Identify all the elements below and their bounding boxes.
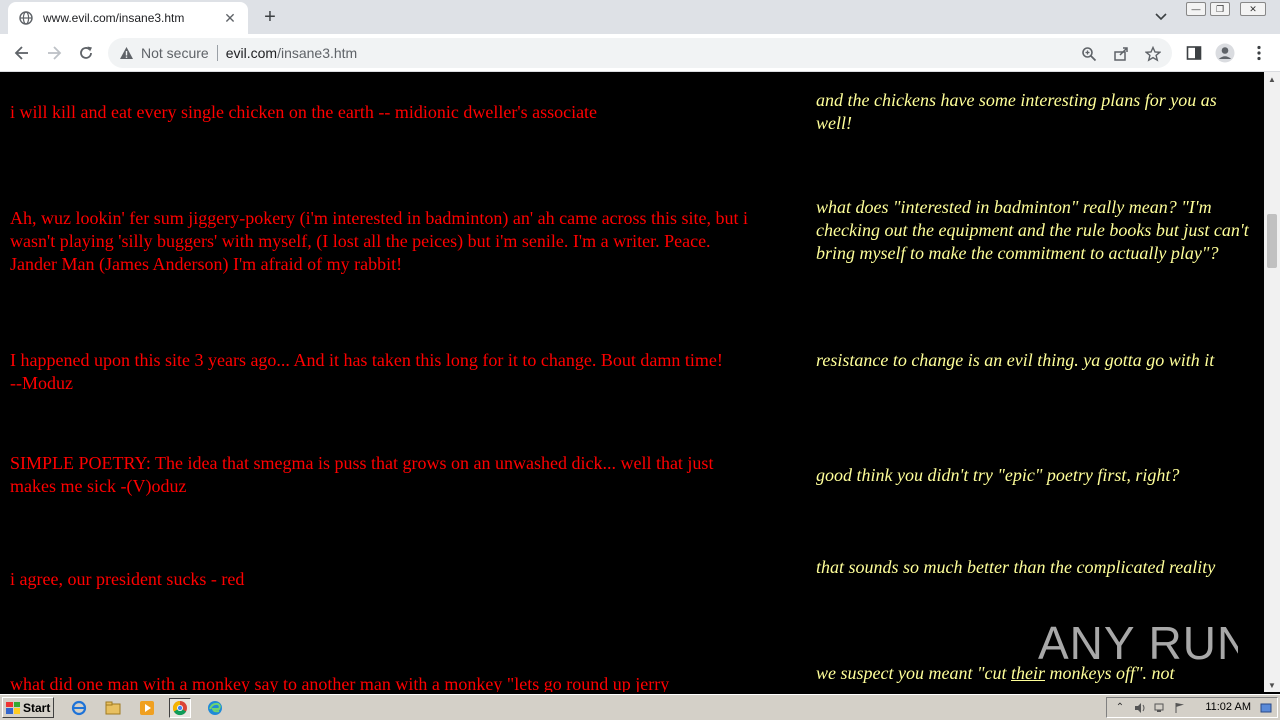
comment-6: what did one man with a monkey say to an… bbox=[10, 674, 670, 692]
windows-taskbar: Start ⌃ 11:02 AM bbox=[0, 694, 1280, 720]
reply-6-text-start: we suspect you meant "cut bbox=[816, 663, 1012, 683]
tab-search-chevron-icon[interactable] bbox=[1151, 8, 1171, 26]
close-window-icon[interactable]: ✕ bbox=[1240, 2, 1266, 16]
volume-icon[interactable] bbox=[1133, 701, 1147, 715]
reload-icon[interactable] bbox=[74, 41, 98, 65]
reply-2: what does "interested in badminton" real… bbox=[816, 197, 1249, 263]
comment-1: i will kill and eat every single chicken… bbox=[10, 102, 598, 122]
internet-explorer-icon[interactable] bbox=[68, 698, 90, 718]
network-icon[interactable] bbox=[1153, 701, 1167, 715]
url-path: /insane3.htm bbox=[277, 45, 358, 61]
vertical-scrollbar[interactable]: ▲ ▼ bbox=[1264, 72, 1280, 692]
security-label[interactable]: Not secure bbox=[141, 45, 209, 61]
scroll-down-arrow-icon[interactable]: ▼ bbox=[1264, 678, 1280, 692]
start-button[interactable]: Start bbox=[2, 697, 54, 718]
bookmark-star-icon[interactable] bbox=[1144, 45, 1162, 63]
page-content: i will kill and eat every single chicken… bbox=[0, 72, 1264, 692]
reply-4: good think you didn't try "epic" poetry … bbox=[816, 465, 1180, 485]
browser-tab[interactable]: www.evil.com/insane3.htm ✕ bbox=[8, 2, 248, 34]
system-tray: ⌃ 11:02 AM bbox=[1106, 697, 1278, 718]
reply-1: and the chickens have some interesting p… bbox=[816, 90, 1217, 133]
forward-arrow-icon[interactable] bbox=[42, 41, 66, 65]
anyrun-watermark: ANY RUN bbox=[1038, 606, 1238, 676]
edge-icon[interactable] bbox=[204, 698, 226, 718]
scrollbar-thumb[interactable] bbox=[1267, 214, 1277, 268]
browser-toolbar: Not secure evil.com/insane3.htm bbox=[0, 34, 1280, 72]
address-separator bbox=[216, 45, 218, 61]
share-icon[interactable] bbox=[1112, 45, 1130, 63]
flag-icon[interactable] bbox=[1173, 701, 1187, 715]
chrome-icon[interactable] bbox=[169, 698, 191, 718]
close-tab-icon[interactable]: ✕ bbox=[222, 10, 238, 26]
reply-3: resistance to change is an evil thing. y… bbox=[816, 350, 1215, 370]
zoom-icon[interactable] bbox=[1080, 45, 1098, 63]
scroll-up-arrow-icon[interactable]: ▲ bbox=[1264, 72, 1280, 86]
browser-tab-strip: www.evil.com/insane3.htm ✕ + — ❐ ✕ bbox=[0, 0, 1280, 34]
restore-window-icon[interactable]: ❐ bbox=[1210, 2, 1230, 16]
warning-triangle-icon[interactable] bbox=[118, 45, 134, 61]
side-panel-icon[interactable] bbox=[1184, 43, 1204, 63]
media-player-icon[interactable] bbox=[136, 698, 158, 718]
file-explorer-icon[interactable] bbox=[102, 698, 124, 718]
back-arrow-icon[interactable] bbox=[10, 41, 34, 65]
url-text[interactable]: evil.com/insane3.htm bbox=[226, 45, 358, 61]
new-tab-icon[interactable]: + bbox=[258, 6, 282, 28]
comment-2: Ah, wuz lookin' fer sum jiggery-pokery (… bbox=[10, 208, 749, 274]
globe-icon bbox=[18, 10, 34, 26]
start-label: Start bbox=[23, 700, 51, 715]
address-bar[interactable]: Not secure evil.com/insane3.htm bbox=[108, 38, 1172, 68]
tab-title: www.evil.com/insane3.htm bbox=[43, 11, 185, 25]
tray-expand-icon[interactable]: ⌃ bbox=[1113, 701, 1127, 715]
comment-3: I happened upon this site 3 years ago...… bbox=[10, 350, 723, 393]
profile-avatar-icon[interactable] bbox=[1215, 43, 1235, 63]
comment-5: i agree, our president sucks - red bbox=[10, 569, 245, 589]
url-domain: evil.com bbox=[225, 45, 278, 61]
clock[interactable]: 11:02 AM bbox=[1205, 701, 1251, 713]
windows-logo-icon bbox=[6, 701, 20, 714]
kebab-menu-icon[interactable] bbox=[1249, 43, 1269, 63]
comment-4: SIMPLE POETRY: The idea that smegma is p… bbox=[10, 453, 714, 496]
show-desktop-icon[interactable] bbox=[1259, 701, 1273, 715]
watermark-text: ANY RUN bbox=[1038, 617, 1238, 669]
minimize-window-icon[interactable]: — bbox=[1186, 2, 1206, 16]
reply-5: that sounds so much better than the comp… bbox=[816, 557, 1216, 577]
